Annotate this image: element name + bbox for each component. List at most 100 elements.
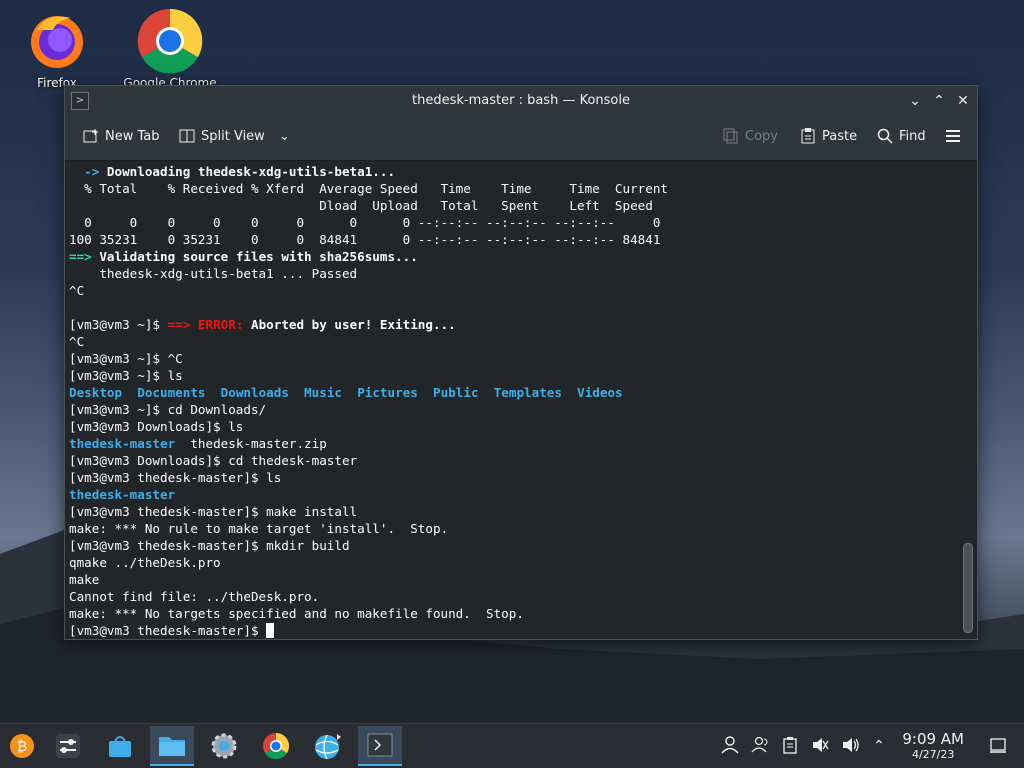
terminal-line: qmake ../theDesk.pro <box>69 554 955 571</box>
terminal-line: ==> Validating source files with sha256s… <box>69 248 955 265</box>
terminal-text: Downloads <box>220 385 289 400</box>
terminal-text: -> <box>69 164 107 179</box>
terminal-line: Cannot find file: ../theDesk.pro. <box>69 588 955 605</box>
chrome-task[interactable] <box>254 726 298 766</box>
terminal-line: 100 35231 0 35231 0 0 84841 0 --:--:-- -… <box>69 231 955 248</box>
terminal-text: Music <box>304 385 343 400</box>
svg-text:₿: ₿ <box>17 739 27 755</box>
clock[interactable]: 9:09 AM 4/27/23 <box>902 730 964 761</box>
desktop-icon-chrome[interactable]: Google Chrome <box>120 8 220 90</box>
window-titlebar[interactable]: > thedesk-master : bash — Konsole ⌄ ⌃ ✕ <box>65 86 977 116</box>
system-settings-task[interactable] <box>202 726 246 766</box>
terminal-line: thedesk-master thedesk-master.zip <box>69 435 955 452</box>
tray-expand-icon[interactable]: ⌃ <box>869 736 889 756</box>
users-switch-icon[interactable] <box>750 736 770 756</box>
terminal-text: qmake ../theDesk.pro <box>69 555 221 570</box>
bitcoin-task[interactable]: ₿ <box>0 726 44 766</box>
clipboard-icon[interactable] <box>780 736 800 756</box>
terminal-output[interactable]: -> Downloading thedesk-xdg-utils-beta1..… <box>65 161 959 639</box>
terminal-text: [vm3@vm3 ~]$ ^C <box>69 351 183 366</box>
chrome-icon <box>137 8 203 74</box>
terminal-text: [vm3@vm3 ~]$ cd Downloads/ <box>69 402 267 417</box>
search-icon <box>877 128 893 144</box>
terminal-text: 0 0 0 0 0 0 0 0 --:--:-- --:--:-- --:--:… <box>69 215 661 230</box>
terminal-text: thedesk-master <box>69 487 176 502</box>
terminal-line: [vm3@vm3 ~]$ cd Downloads/ <box>69 401 955 418</box>
file-manager-task[interactable] <box>150 726 194 766</box>
store-task[interactable] <box>98 726 142 766</box>
terminal-text: Validating source files with sha256sums.… <box>99 249 418 264</box>
terminal-line: Desktop Documents Downloads Music Pictur… <box>69 384 955 401</box>
terminal-line: make: *** No rule to make target 'instal… <box>69 520 955 537</box>
terminal-text: [vm3@vm3 Downloads]$ cd thedesk-master <box>69 453 358 468</box>
terminal-line: [vm3@vm3 ~]$ ==> ERROR: Aborted by user!… <box>69 316 955 333</box>
terminal-line: [vm3@vm3 Downloads]$ cd thedesk-master <box>69 452 955 469</box>
terminal-text: Videos <box>577 385 623 400</box>
minimize-icon[interactable]: ⌄ <box>905 91 925 111</box>
terminal-line: [vm3@vm3 thedesk-master]$ <box>69 622 955 639</box>
terminal-text: [vm3@vm3 thedesk-master]$ ls <box>69 470 282 485</box>
copy-button[interactable]: Copy <box>723 128 778 144</box>
user-icon[interactable] <box>720 736 740 756</box>
volume-icon[interactable] <box>840 736 860 756</box>
terminal-line: ^C <box>69 333 955 350</box>
split-view-button[interactable]: Split View ⌄ <box>179 128 290 144</box>
konsole-toolbar: New Tab Split View ⌄ Copy Paste Find <box>65 116 977 161</box>
split-view-icon <box>179 128 195 144</box>
terminal-line: [vm3@vm3 thedesk-master]$ make install <box>69 503 955 520</box>
copy-label: Copy <box>745 128 778 144</box>
hamburger-menu-button[interactable] <box>945 128 961 144</box>
terminal-line: ^C <box>69 282 955 299</box>
terminal-line: -> Downloading thedesk-xdg-utils-beta1..… <box>69 163 955 180</box>
network-globe-icon <box>315 734 341 760</box>
bitcoin-icon: ₿ <box>10 734 34 758</box>
terminal-text: [vm3@vm3 thedesk-master]$ <box>69 623 267 638</box>
terminal-text: thedesk-xdg-utils-beta1 ... Passed <box>69 266 358 281</box>
terminal-line: [vm3@vm3 thedesk-master]$ mkdir build <box>69 537 955 554</box>
terminal-text: Aborted by user! Exiting... <box>251 317 456 332</box>
terminal-text: thedesk-master.zip <box>175 436 327 451</box>
terminal-text: make <box>69 572 100 587</box>
terminal-text: Desktop <box>69 385 123 400</box>
new-tab-button[interactable]: New Tab <box>83 128 160 144</box>
audio-muted-icon[interactable] <box>810 736 830 756</box>
terminal-text: make: *** No targets specified and no ma… <box>69 606 524 621</box>
terminal-text: ==> <box>69 249 100 264</box>
new-tab-icon <box>83 128 99 144</box>
show-desktop-icon[interactable] <box>988 736 1008 756</box>
settings-sliders-task[interactable] <box>46 726 90 766</box>
terminal-text: Dload Upload Total Spent Left Speed <box>69 198 653 213</box>
find-label: Find <box>899 128 926 144</box>
konsole-icon <box>367 733 393 757</box>
paste-icon <box>800 128 816 144</box>
konsole-window[interactable]: > thedesk-master : bash — Konsole ⌄ ⌃ ✕ … <box>64 85 978 640</box>
terminal-text: make: *** No rule to make target 'instal… <box>69 521 449 536</box>
terminal-line: make: *** No targets specified and no ma… <box>69 605 955 622</box>
terminal-line: 0 0 0 0 0 0 0 0 --:--:-- --:--:-- --:--:… <box>69 214 955 231</box>
terminal-text: ==> <box>167 317 198 332</box>
find-button[interactable]: Find <box>877 128 926 144</box>
konsole-task[interactable] <box>358 726 402 766</box>
window-title: thedesk-master : bash — Konsole <box>412 93 630 108</box>
scrollbar-thumb[interactable] <box>963 543 973 633</box>
desktop-icon-firefox[interactable]: Firefox <box>7 10 107 90</box>
hamburger-menu-icon <box>945 128 961 144</box>
terminal-text: thedesk-master <box>69 436 176 451</box>
close-icon[interactable]: ✕ <box>953 91 973 111</box>
network-globe-task[interactable] <box>306 726 350 766</box>
terminal-cursor <box>266 623 275 638</box>
paste-button[interactable]: Paste <box>800 128 857 144</box>
maximize-icon[interactable]: ⌃ <box>929 91 949 111</box>
terminal-scrollbar[interactable] <box>963 164 973 635</box>
firefox-icon <box>27 10 87 70</box>
clock-time: 9:09 AM <box>902 730 964 748</box>
terminal-text: [vm3@vm3 thedesk-master]$ mkdir build <box>69 538 350 553</box>
